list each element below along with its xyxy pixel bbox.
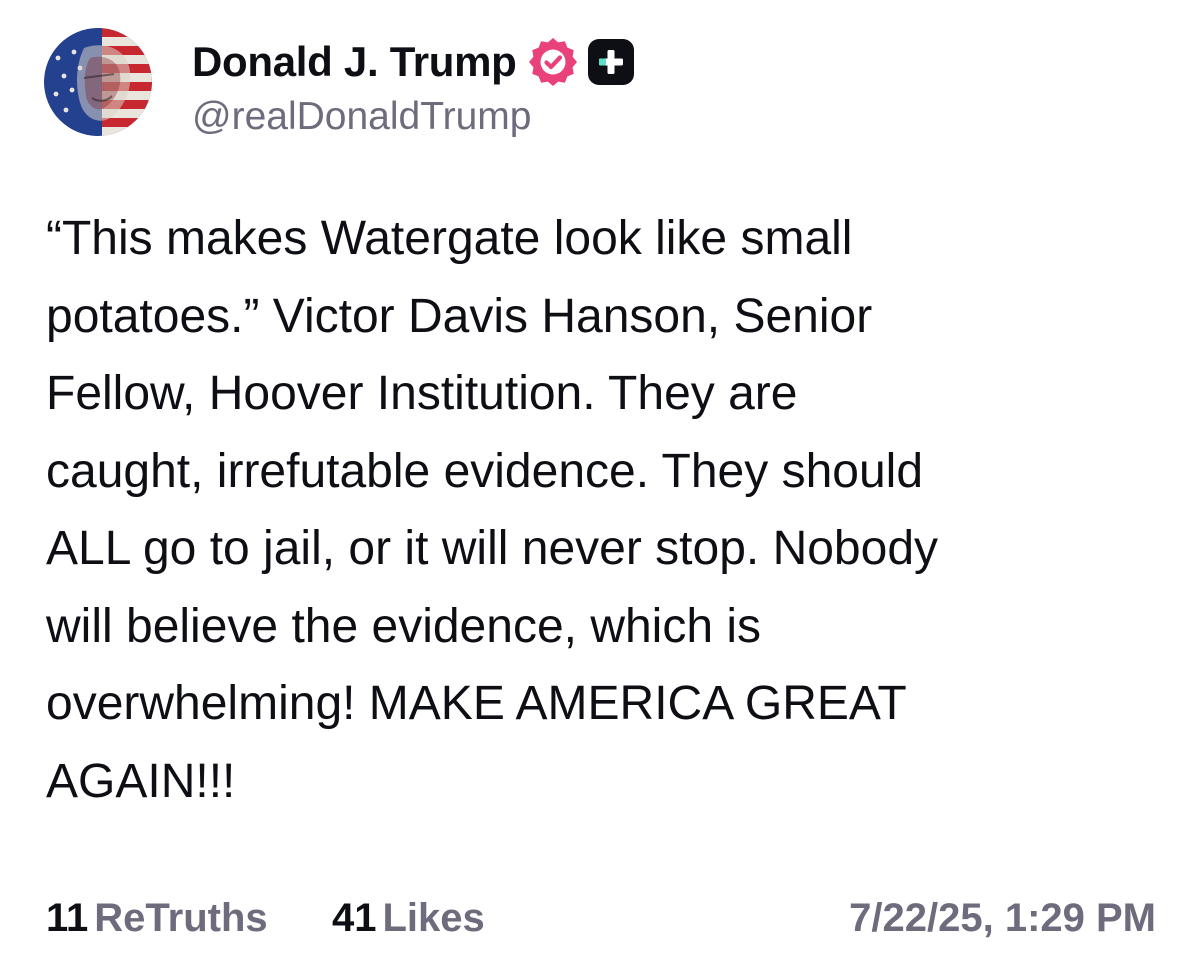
retruths-label: ReTruths — [94, 896, 268, 940]
post-text-line: overwhelming! MAKE AMERICA GREAT — [46, 677, 907, 730]
avatar[interactable] — [44, 28, 152, 136]
author-handle[interactable]: @realDonaldTrump — [192, 94, 531, 140]
retruths-count: 11 — [46, 896, 89, 940]
post-timestamp[interactable]: 7/22/25, 1:29 PM — [849, 890, 1156, 946]
post-text: “This makes Watergate look like small po… — [46, 200, 1166, 820]
post-text-line: AGAIN!!! — [46, 754, 236, 808]
post-footer: 11 ReTruths 41 Likes 7/22/25, 1:29 PM — [46, 890, 1156, 946]
likes-label: Likes — [382, 896, 485, 940]
likes-count: 41 — [332, 896, 377, 940]
author-display-name[interactable]: Donald J. Trump — [192, 36, 517, 88]
post-text-line: ALL go to jail, or it will never stop. N… — [46, 522, 939, 575]
retruths-stat[interactable]: 11 ReTruths — [46, 890, 268, 946]
post-text-line: will believe the evidence, which is — [46, 599, 762, 653]
post-text-line: “This makes Watergate look like small — [46, 212, 853, 265]
author-name-row: Donald J. Trump — [192, 36, 635, 88]
verified-badge-icon — [528, 38, 577, 86]
post-text-line: Fellow, Hoover Institution. They are — [46, 367, 798, 420]
likes-stat[interactable]: 41 Likes — [332, 890, 485, 946]
post-text-line: potatoes.” Victor Davis Hanson, Senior — [46, 289, 873, 343]
post-text-line: caught, irrefutable evidence. They shoul… — [46, 444, 924, 498]
truth-post: Donald J. Trump @realDonaldTrump “This m… — [0, 0, 1200, 969]
truth-plus-icon — [587, 39, 634, 85]
avatar-image — [44, 28, 152, 136]
